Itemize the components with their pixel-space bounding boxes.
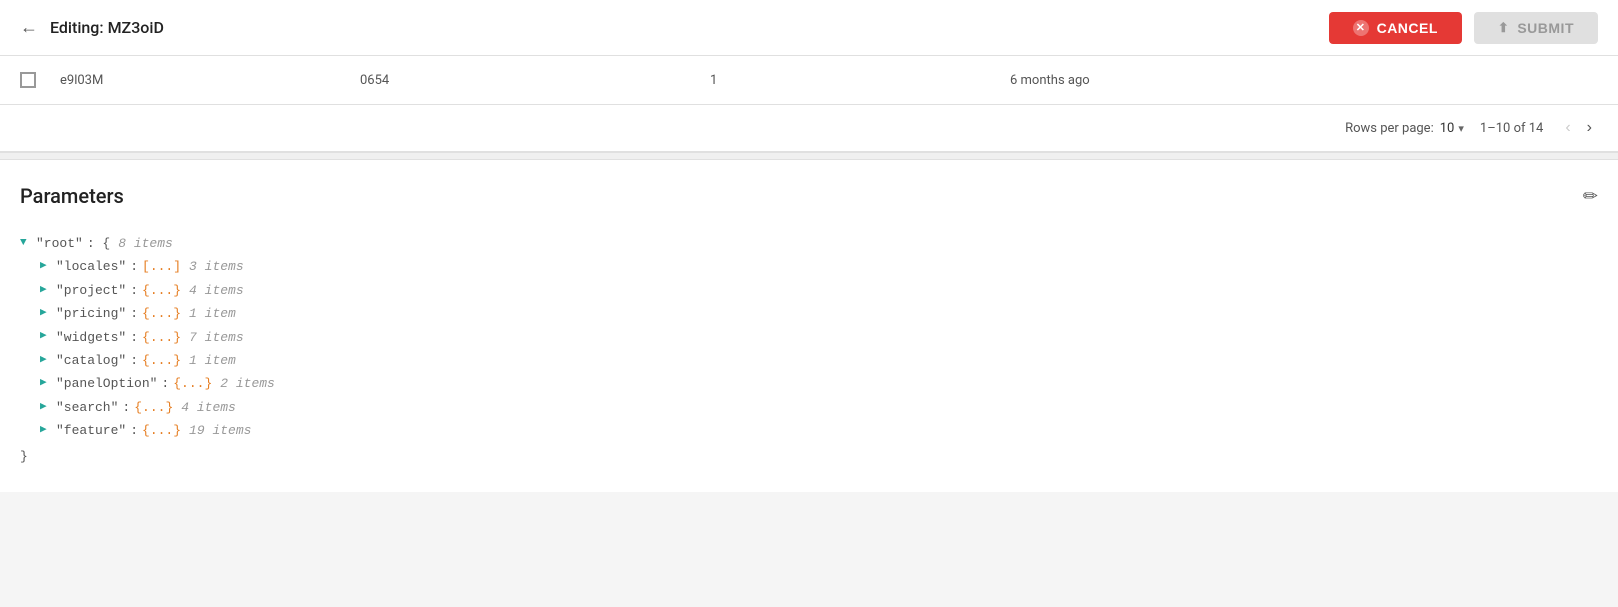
- project-toggle[interactable]: ▶: [40, 281, 52, 301]
- pagination-row: Rows per page: 10 ▾ 1–10 of 14 ‹ ›: [0, 105, 1618, 152]
- json-root-line: ▼ "root" : { 8 items: [20, 232, 1598, 255]
- page-info: 1–10 of 14: [1480, 121, 1543, 136]
- json-item-widgets: ▶ "widgets" : {...} 7 items: [20, 326, 1598, 349]
- row-checkbox[interactable]: [20, 72, 36, 88]
- panelOption-colon: :: [161, 372, 169, 395]
- section-divider: [0, 152, 1618, 160]
- json-item-locales: ▶ "locales" : [...] 3 items: [20, 255, 1598, 278]
- widgets-curly: {...}: [142, 326, 181, 349]
- json-item-project: ▶ "project" : {...} 4 items: [20, 279, 1598, 302]
- locales-toggle[interactable]: ▶: [40, 257, 52, 277]
- json-item-feature: ▶ "feature" : {...} 19 items: [20, 419, 1598, 442]
- col-id: e9l03M: [60, 73, 360, 88]
- next-page-button[interactable]: ›: [1581, 117, 1598, 139]
- project-count: 4 items: [189, 279, 244, 302]
- upload-icon: ⬆: [1498, 20, 1509, 36]
- checkbox-cell: [20, 72, 60, 88]
- header-left: ← Editing: MZ3oiD: [20, 17, 164, 38]
- json-item-pricing: ▶ "pricing" : {...} 1 item: [20, 302, 1598, 325]
- root-colon: : {: [87, 232, 110, 255]
- submit-button[interactable]: ⬆ SUBMIT: [1474, 12, 1598, 44]
- search-toggle[interactable]: ▶: [40, 398, 52, 418]
- parameters-header: Parameters ✏: [20, 184, 1598, 208]
- prev-page-button[interactable]: ‹: [1559, 117, 1576, 139]
- feature-toggle[interactable]: ▶: [40, 421, 52, 441]
- widgets-toggle[interactable]: ▶: [40, 327, 52, 347]
- locales-colon: :: [130, 255, 138, 278]
- back-arrow-icon[interactable]: ←: [20, 17, 38, 38]
- search-key: "search": [56, 396, 118, 419]
- locales-key: "locales": [56, 255, 126, 278]
- json-tree: ▼ "root" : { 8 items ▶ "locales" : [...]…: [20, 232, 1598, 468]
- root-count: 8 items: [118, 232, 173, 255]
- table-section: e9l03M 0654 1 6 months ago Rows per page…: [0, 56, 1618, 152]
- project-curly: {...}: [142, 279, 181, 302]
- header: ← Editing: MZ3oiD ✕ CANCEL ⬆ SUBMIT: [0, 0, 1618, 56]
- page-nav: ‹ ›: [1559, 117, 1598, 139]
- chevron-down-icon: ▾: [1458, 122, 1464, 135]
- feature-curly: {...}: [142, 419, 181, 442]
- widgets-colon: :: [130, 326, 138, 349]
- cancel-label: CANCEL: [1377, 20, 1438, 36]
- col-time: 6 months ago: [1010, 73, 1598, 88]
- json-closing-brace: }: [20, 445, 1598, 468]
- locales-count: 3 items: [189, 255, 244, 278]
- col-code: 0654: [360, 73, 710, 88]
- panelOption-key: "panelOption": [56, 372, 157, 395]
- x-icon: ✕: [1353, 20, 1369, 36]
- search-count: 4 items: [181, 396, 236, 419]
- pricing-toggle[interactable]: ▶: [40, 304, 52, 324]
- json-item-catalog: ▶ "catalog" : {...} 1 item: [20, 349, 1598, 372]
- submit-label: SUBMIT: [1517, 20, 1574, 36]
- col-num: 1: [710, 73, 1010, 88]
- json-item-search: ▶ "search" : {...} 4 items: [20, 396, 1598, 419]
- rows-per-page-select[interactable]: 10 ▾: [1440, 121, 1464, 136]
- panelOption-toggle[interactable]: ▶: [40, 374, 52, 394]
- search-curly: {...}: [134, 396, 173, 419]
- json-item-panelOption: ▶ "panelOption" : {...} 2 items: [20, 372, 1598, 395]
- panelOption-curly: {...}: [173, 372, 212, 395]
- feature-colon: :: [130, 419, 138, 442]
- project-key: "project": [56, 279, 126, 302]
- rows-per-page-label: Rows per page:: [1345, 121, 1434, 136]
- widgets-key: "widgets": [56, 326, 126, 349]
- table-row: e9l03M 0654 1 6 months ago: [0, 56, 1618, 105]
- pricing-curly: {...}: [142, 302, 181, 325]
- catalog-count: 1 item: [189, 349, 236, 372]
- root-toggle-arrow[interactable]: ▼: [20, 234, 32, 254]
- search-colon: :: [122, 396, 130, 419]
- rows-per-page: Rows per page: 10 ▾: [1345, 121, 1464, 136]
- pricing-count: 1 item: [189, 302, 236, 325]
- catalog-colon: :: [130, 349, 138, 372]
- parameters-section: Parameters ✏ ▼ "root" : { 8 items ▶ "loc…: [0, 160, 1618, 492]
- edit-icon[interactable]: ✏: [1583, 186, 1598, 207]
- widgets-count: 7 items: [189, 326, 244, 349]
- panelOption-count: 2 items: [220, 372, 275, 395]
- catalog-key: "catalog": [56, 349, 126, 372]
- parameters-title: Parameters: [20, 184, 124, 208]
- catalog-toggle[interactable]: ▶: [40, 351, 52, 371]
- feature-key: "feature": [56, 419, 126, 442]
- cancel-button[interactable]: ✕ CANCEL: [1329, 12, 1462, 44]
- pricing-colon: :: [130, 302, 138, 325]
- catalog-curly: {...}: [142, 349, 181, 372]
- feature-count: 19 items: [189, 419, 251, 442]
- page-title: Editing: MZ3oiD: [50, 18, 164, 37]
- root-key: "root": [36, 232, 83, 255]
- locales-bracket: [...]: [142, 255, 181, 278]
- pricing-key: "pricing": [56, 302, 126, 325]
- project-colon: :: [130, 279, 138, 302]
- header-right: ✕ CANCEL ⬆ SUBMIT: [1329, 12, 1598, 44]
- rows-per-page-value: 10: [1440, 121, 1455, 136]
